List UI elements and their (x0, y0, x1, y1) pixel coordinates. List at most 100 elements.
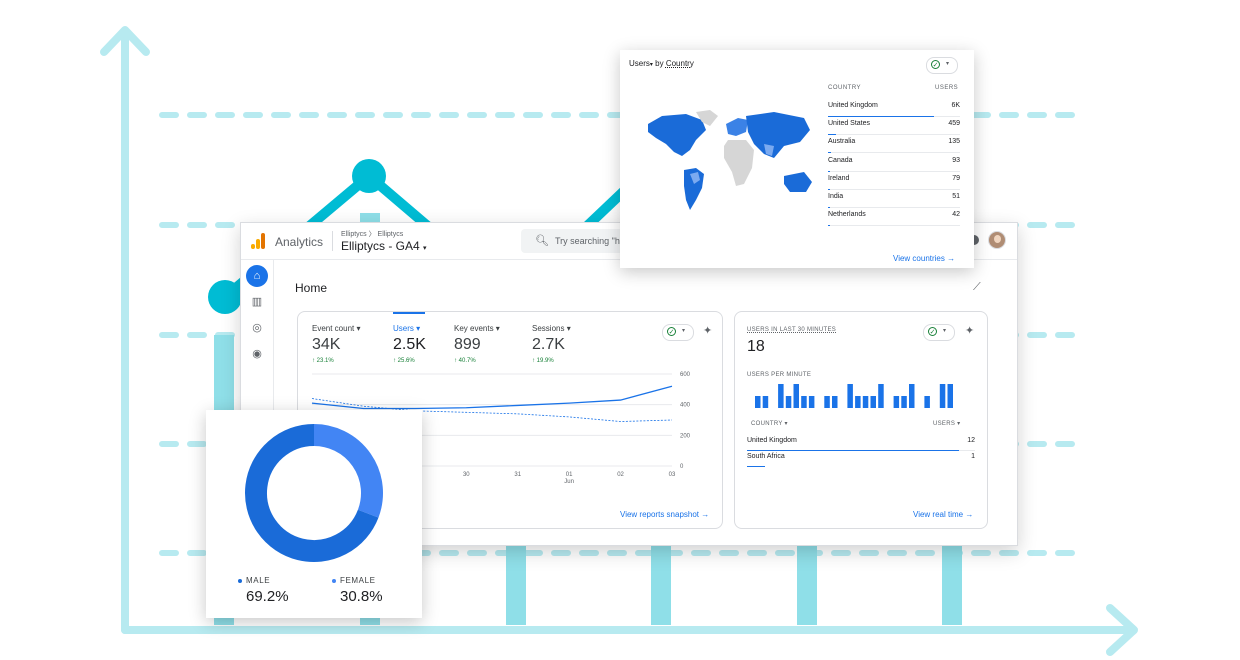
analytics-logo-icon (251, 233, 265, 249)
gender-card: MALE FEMALE 69.2% 30.8% (206, 410, 422, 618)
chevron-down-icon: ▾ (943, 328, 947, 334)
metric-delta: ↑ 25.6% (393, 358, 415, 364)
chevron-down-icon: ▾ (649, 62, 653, 68)
per-minute-bar (924, 396, 930, 408)
title-dimension[interactable]: Country (666, 59, 694, 68)
metric-value: 2.7K (532, 336, 565, 353)
metric-value: 2.5K (393, 336, 426, 353)
country-cell: United States (828, 120, 871, 128)
realtime-title: USERS IN LAST 30 MINUTES (747, 327, 837, 333)
male-percentage: 69.2% (246, 588, 289, 605)
chevron-down-icon: ▾ (423, 245, 427, 252)
per-minute-bar (793, 384, 799, 408)
users-cell: 42 (952, 211, 960, 219)
metric-label: Sessions ▾ (532, 324, 571, 333)
header-text: COUNTRY (751, 421, 783, 427)
users-cell: 79 (952, 174, 960, 182)
metric-label-text: Key events (454, 324, 494, 333)
chevron-down-icon: ▾ (682, 328, 686, 334)
view-reports-snapshot-link[interactable]: View reports snapshot → (620, 510, 709, 519)
per-minute-bar (893, 396, 900, 408)
sparkle-icon[interactable]: ✦ (703, 324, 712, 337)
explore-icon[interactable]: ◎ (246, 317, 268, 339)
arrow-right-icon: → (965, 510, 974, 519)
property-selector[interactable]: Elliptycs - GA4 ▾ (341, 239, 427, 253)
north-america (648, 114, 706, 156)
header-text: USERS (933, 421, 956, 427)
chevron-down-icon: ▾ (946, 61, 950, 67)
sparkle-icon[interactable]: ✦ (965, 324, 974, 337)
table-row: United Kingdom 6K (828, 98, 960, 117)
metric-label: Key events ▾ (454, 324, 500, 333)
per-minute-bar (808, 396, 815, 408)
view-countries-link[interactable]: View countries → (893, 254, 955, 263)
country-cell: Netherlands (828, 211, 866, 219)
share-bar (747, 466, 765, 467)
metric-delta-text: 40.7% (458, 358, 476, 364)
legend-dot (332, 578, 336, 583)
per-minute-bar (870, 396, 876, 408)
realtime-comparison-dropdown[interactable]: ✓ ▾ (923, 324, 955, 341)
metric-delta-text: 19.9% (536, 358, 554, 364)
metric-delta-text: 23.1% (316, 358, 334, 364)
metric-delta: ↑ 23.1% (312, 358, 334, 364)
card-title: Users▾ by Country (629, 59, 694, 68)
users-cell: 459 (948, 120, 960, 128)
breadcrumb[interactable]: Elliptycs 〉 Elliptycs (341, 229, 403, 239)
per-minute-bar (862, 396, 869, 408)
metric-delta: ↑ 40.7% (454, 358, 476, 364)
users-cell: 1 (971, 453, 975, 460)
advertising-icon[interactable]: ◉ (246, 343, 268, 365)
x-tick-label: 02 (617, 472, 624, 478)
metric-label-text: Sessions (532, 324, 565, 333)
country-comparison-dropdown[interactable]: ✓ ▾ (926, 57, 958, 74)
metric-value: 34K (312, 336, 341, 353)
europe (726, 118, 748, 136)
per-minute-label: USERS PER MINUTE (747, 372, 812, 378)
avatar[interactable] (988, 231, 1006, 249)
page-title: Home (295, 281, 328, 295)
country-cell: United Kingdom (828, 102, 878, 109)
world-map-shapes (648, 110, 812, 210)
title-by: by (655, 59, 664, 68)
y-tick-label: 400 (680, 403, 691, 409)
country-column-header[interactable]: COUNTRY ▾ (751, 420, 788, 427)
australia (784, 172, 812, 192)
per-minute-bar (901, 396, 907, 408)
per-minute-bar (855, 396, 861, 408)
home-icon[interactable]: ⌂ (246, 265, 268, 287)
reports-icon[interactable]: ▥ (246, 291, 268, 313)
per-minute-bar (909, 384, 915, 408)
country-column-header[interactable]: COUNTRY (828, 85, 861, 91)
gender-donut-chart (245, 424, 383, 562)
y-tick-label: 200 (680, 433, 691, 439)
x-tick-label: 31 (514, 472, 521, 478)
per-minute-bar (801, 396, 807, 408)
selected-metric-indicator (393, 312, 425, 314)
metric-label: Event count ▾ (312, 324, 361, 333)
country-cell: India (828, 193, 844, 200)
users-cell: 51 (952, 193, 960, 200)
comparison-dropdown[interactable]: ✓ ▾ (662, 324, 694, 341)
arrow-right-icon: → (947, 254, 956, 263)
title-metric[interactable]: Users (629, 59, 650, 68)
africa (724, 140, 754, 186)
per-minute-bar (847, 384, 853, 408)
donut-segment-female[interactable] (313, 424, 383, 518)
share-bar (828, 225, 830, 227)
users-column-header[interactable]: USERS ▾ (933, 420, 960, 427)
country-cell: United Kingdom (747, 437, 797, 444)
arrow-right-icon: → (701, 510, 710, 519)
country-cell: Canada (828, 156, 853, 164)
metric-delta-text: 25.6% (397, 358, 415, 364)
legend-male: MALE (238, 576, 270, 585)
realtime-card: USERS IN LAST 30 MINUTES 18 ✓ ▾ ✦ USERS P… (734, 311, 988, 529)
legend-female: FEMALE (332, 576, 376, 585)
insights-icon[interactable]: ⟋ (973, 281, 981, 294)
table-row: India 51 (828, 189, 960, 208)
metric-delta: ↑ 19.9% (532, 358, 554, 364)
users-column-header[interactable]: USERS (935, 85, 958, 91)
y-tick-label: 600 (680, 372, 691, 378)
metric-label: Users ▾ (393, 324, 421, 333)
view-real-time-link[interactable]: View real time → (913, 510, 973, 519)
